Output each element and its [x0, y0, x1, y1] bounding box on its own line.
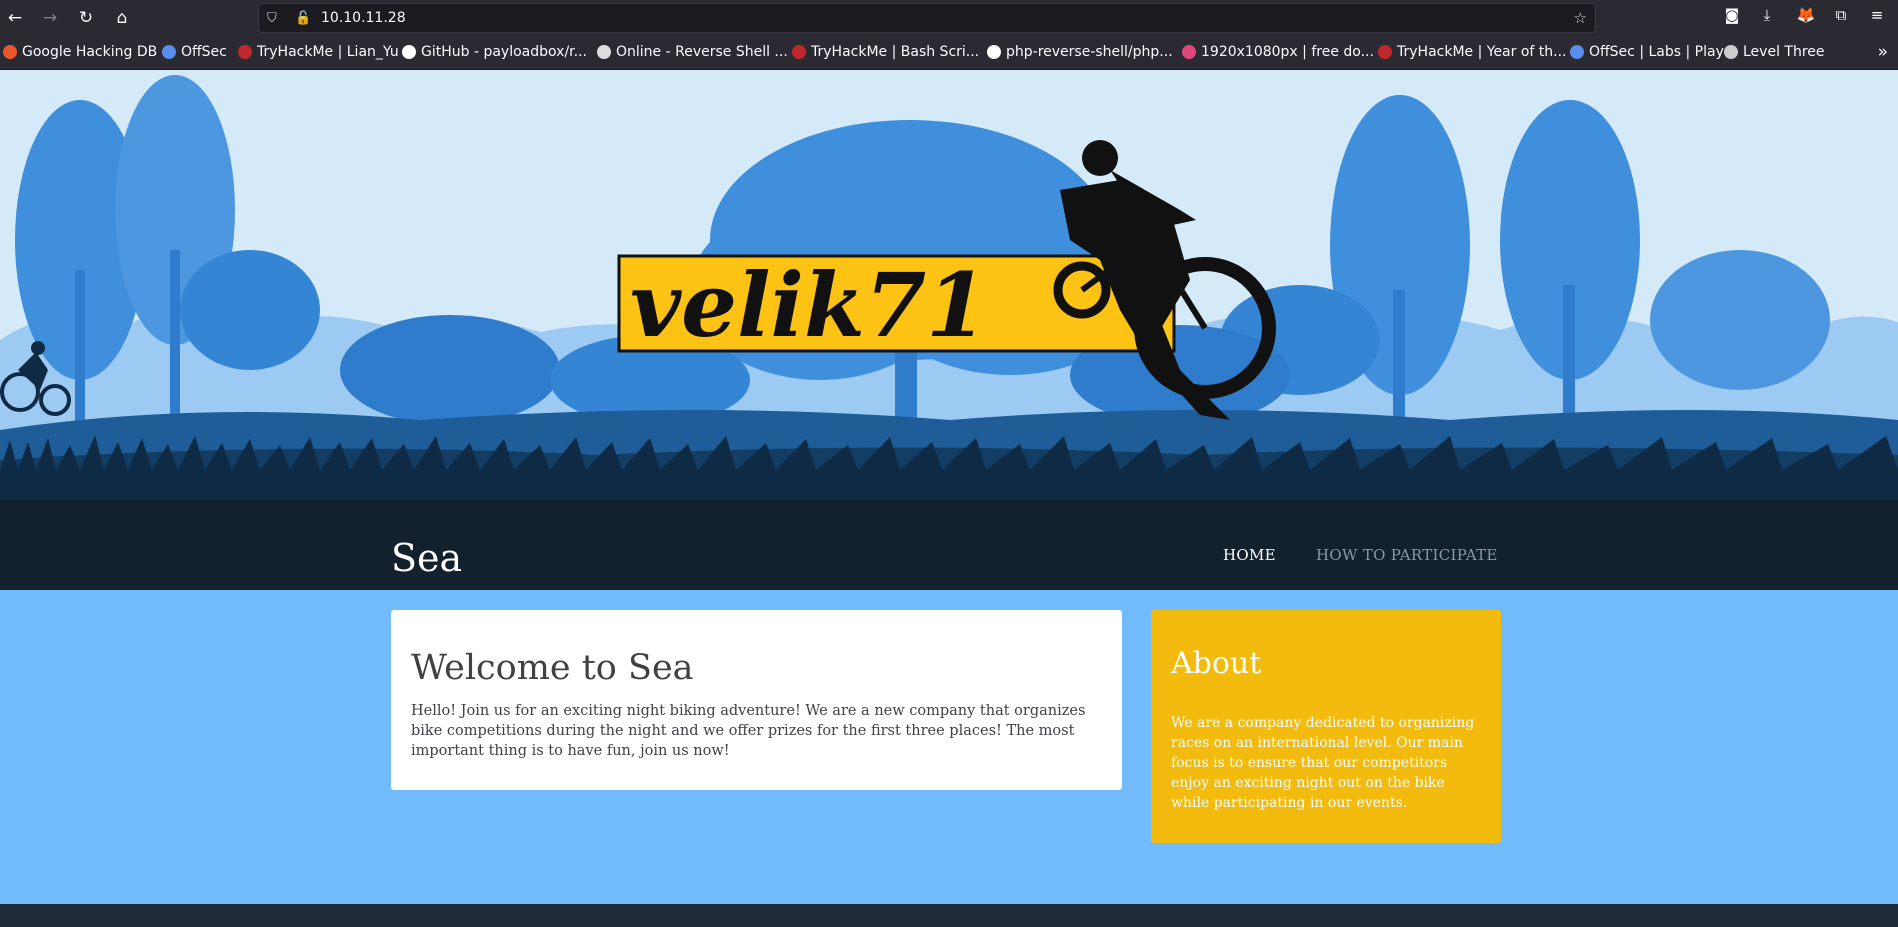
site-title[interactable]: Sea — [391, 536, 462, 580]
bookmark-label: Level Three — [1743, 44, 1825, 60]
bookmark-item[interactable]: TryHackMe | Lian_Yu — [238, 44, 399, 60]
bookmark-favicon-icon — [1724, 45, 1738, 59]
nav-how-to-participate-link[interactable]: HOW TO PARTICIPATE — [1316, 546, 1498, 564]
hero-illustration: velik71 — [0, 70, 1898, 590]
bookmarks-bar: » Google Hacking DB OffSec TryHackMe | Lia… — [0, 36, 1898, 70]
bookmark-favicon-icon — [987, 45, 1001, 59]
bookmark-favicon-icon — [3, 45, 17, 59]
about-card: About We are a company dedicated to orga… — [1151, 610, 1501, 843]
bookmark-label: Google Hacking DB — [22, 44, 158, 60]
bookmark-label: php-reverse-shell/php... — [1006, 44, 1173, 60]
bookmark-item[interactable]: TryHackMe | Year of th... — [1378, 44, 1567, 60]
bookmark-item[interactable]: OffSec | Labs | Play — [1570, 44, 1724, 60]
bookmark-item[interactable]: Google Hacking DB — [3, 44, 157, 60]
bookmark-favicon-icon — [162, 45, 176, 59]
content-area: Welcome to Sea Hello! Join us for an exc… — [0, 590, 1898, 904]
logo-text: velik71 — [630, 253, 987, 357]
insecure-lock-icon[interactable]: 🔓 — [295, 11, 311, 26]
bookmark-item[interactable]: TryHackMe | Bash Scri... — [792, 44, 979, 60]
browser-toolbar: ← → ↻ ⌂ ⛉ 🔓 10.10.11.28 ☆ ◙ ⤓ 🦊 ⧉ ≡ — [0, 0, 1898, 36]
bookmark-favicon-icon — [1570, 45, 1584, 59]
menu-icon[interactable]: ≡ — [1866, 6, 1888, 24]
bookmark-favicon-icon — [792, 45, 806, 59]
bookmark-item[interactable]: php-reverse-shell/php... — [987, 44, 1173, 60]
bookmark-item[interactable]: Online - Reverse Shell ... — [597, 44, 788, 60]
reload-icon[interactable]: ↻ — [74, 6, 98, 30]
bookmark-favicon-icon — [238, 45, 252, 59]
bookmark-label: GitHub - payloadbox/r... — [421, 44, 587, 60]
bookmark-item[interactable]: Level Three — [1724, 44, 1825, 60]
bookmark-item[interactable]: OffSec — [162, 44, 227, 60]
more-bookmarks-icon[interactable]: » — [1878, 42, 1888, 62]
bookmark-label: OffSec | Labs | Play — [1589, 44, 1724, 60]
hero-banner: velik71 Sea HOME HOW TO PARTICIPATE — [0, 70, 1898, 590]
nav-home-link[interactable]: HOME — [1223, 546, 1276, 564]
bookmark-item[interactable]: GitHub - payloadbox/r... — [402, 44, 587, 60]
bookmark-label: TryHackMe | Year of th... — [1397, 44, 1567, 60]
bookmark-item[interactable]: 1920x1080px | free do... — [1182, 44, 1374, 60]
welcome-card: Welcome to Sea Hello! Join us for an exc… — [391, 610, 1122, 790]
bookmark-favicon-icon — [597, 45, 611, 59]
shield-icon[interactable]: ⛉ — [267, 11, 277, 26]
bookmark-label: 1920x1080px | free do... — [1201, 44, 1374, 60]
web-page: velik71 Sea HOME HOW TO PARTICIPATE Welc… — [0, 70, 1898, 927]
forward-icon[interactable]: → — [38, 6, 62, 30]
page-footer — [0, 904, 1898, 927]
welcome-text: Hello! Join us for an exciting night bik… — [411, 703, 1086, 759]
pocket-icon[interactable]: ◙ — [1721, 6, 1743, 24]
back-icon[interactable]: ← — [3, 6, 27, 30]
bookmark-label: TryHackMe | Bash Scri... — [811, 44, 980, 60]
extensions-icon[interactable]: ⧉ — [1830, 6, 1852, 24]
welcome-heading: Welcome to Sea — [411, 648, 694, 688]
address-bar[interactable]: ⛉ 🔓 10.10.11.28 ☆ — [258, 3, 1596, 33]
extension-fox-icon[interactable]: 🦊 — [1795, 6, 1817, 24]
bookmark-favicon-icon — [1182, 45, 1196, 59]
about-heading: About — [1171, 646, 1262, 681]
url-text[interactable]: 10.10.11.28 — [321, 10, 406, 26]
downloads-icon[interactable]: ⤓ — [1756, 6, 1778, 24]
bookmark-label: OffSec — [181, 44, 227, 60]
home-icon[interactable]: ⌂ — [110, 6, 134, 30]
bookmark-label: TryHackMe | Lian_Yu — [257, 44, 399, 60]
bookmark-favicon-icon — [1378, 45, 1392, 59]
about-text: We are a company dedicated to organizing… — [1171, 715, 1475, 811]
bookmark-favicon-icon — [402, 45, 416, 59]
bookmark-label: Online - Reverse Shell ... — [616, 44, 788, 60]
bookmark-star-icon[interactable]: ☆ — [1574, 9, 1587, 27]
